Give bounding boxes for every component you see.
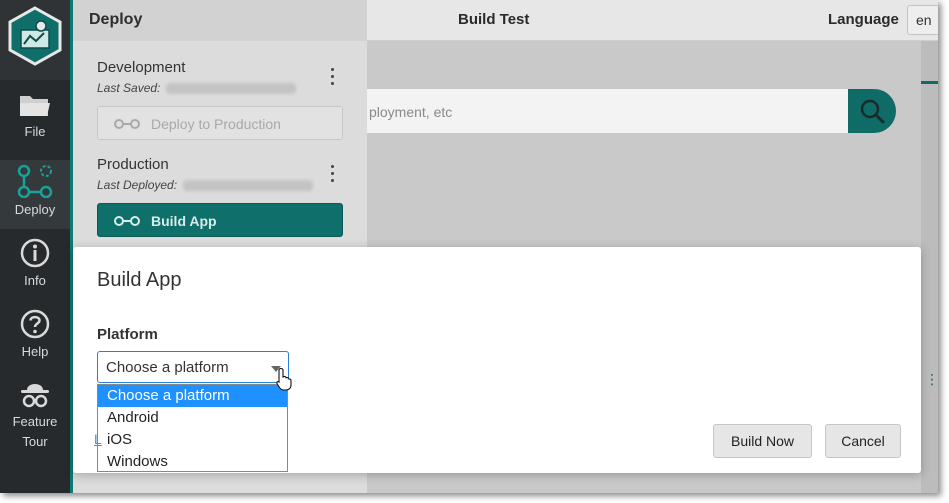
platform-option[interactable]: Choose a platform	[98, 385, 287, 407]
search-button[interactable]	[848, 89, 896, 133]
platform-option[interactable]: iOS	[98, 429, 287, 451]
deploy-panel-header: Deploy	[73, 0, 367, 41]
redacted-timestamp	[183, 180, 314, 192]
folder-icon	[20, 96, 50, 116]
deploy-to-production-label: Deploy to Production	[151, 116, 281, 132]
dialog-title: Build App	[97, 269, 182, 291]
platform-select[interactable]: Choose a platform	[97, 351, 289, 383]
build-app-dialog: Build App Platform Choose a platform Cho…	[73, 247, 921, 473]
app-window: ployment, etc ⋮ Build Test Language en D…	[0, 0, 938, 493]
info-icon	[20, 238, 50, 268]
rail-item-label: File	[24, 124, 46, 139]
cancel-button[interactable]: Cancel	[825, 424, 901, 458]
platform-label: Platform	[97, 326, 158, 343]
platform-select-value: Choose a platform	[106, 359, 229, 376]
link-icon	[114, 119, 140, 129]
last-deployed-label: Last Deployed:	[97, 178, 178, 192]
link-icon	[114, 216, 140, 226]
production-menu-icon[interactable]	[328, 165, 336, 185]
redacted-timestamp	[166, 83, 297, 95]
rail-item-feature-tour[interactable]: Feature Tour	[0, 378, 70, 458]
build-now-button[interactable]: Build Now	[713, 424, 812, 458]
build-app-label: Build App	[151, 213, 217, 229]
last-saved-row: Last Saved:	[97, 81, 297, 95]
deploy-icon	[17, 164, 53, 198]
last-saved-label: Last Saved:	[97, 81, 161, 95]
last-deployed-row: Last Deployed:	[97, 178, 314, 192]
development-title: Development	[97, 59, 186, 76]
search-placeholder: ployment, etc	[369, 104, 453, 120]
hand-cursor-icon	[276, 367, 292, 391]
deploy-to-production-button[interactable]: Deploy to Production	[97, 106, 343, 140]
help-icon	[20, 309, 50, 339]
language-select[interactable]: en	[907, 5, 938, 35]
platform-options-list[interactable]: Choose a platform Android iOS Windows	[97, 384, 288, 472]
partially-hidden-link[interactable]: L	[94, 431, 102, 447]
search-input[interactable]: ployment, etc	[363, 89, 853, 133]
rail-item-deploy[interactable]: Deploy	[0, 160, 70, 229]
build-app-button[interactable]: Build App	[97, 203, 343, 237]
rail-item-file[interactable]: File	[0, 90, 70, 160]
language-label: Language	[828, 11, 899, 28]
spy-icon	[21, 384, 49, 408]
right-scroll-strip: ⋮	[921, 41, 938, 493]
rail-item-label: Info	[24, 273, 46, 288]
platform-option[interactable]: Android	[98, 407, 287, 429]
rail-item-label: Help	[21, 344, 49, 359]
search-icon	[860, 99, 885, 124]
deploy-panel-title: Deploy	[89, 11, 143, 28]
production-title: Production	[97, 156, 169, 173]
logo	[0, 0, 70, 80]
rail-item-help[interactable]: Help	[0, 308, 70, 378]
page-title: Build Test	[458, 11, 530, 28]
development-menu-icon[interactable]	[328, 68, 336, 88]
left-rail: File Deploy Info Help Feature Tour	[0, 0, 70, 493]
map-logo-icon	[8, 6, 62, 66]
rail-item-label: Feature Tour	[12, 414, 58, 449]
platform-option[interactable]: Windows	[98, 451, 287, 473]
rail-item-label: Deploy	[14, 202, 56, 217]
rail-item-info[interactable]: Info	[0, 237, 70, 307]
more-icon[interactable]: ⋮	[925, 371, 938, 388]
accent-mark	[921, 81, 938, 84]
